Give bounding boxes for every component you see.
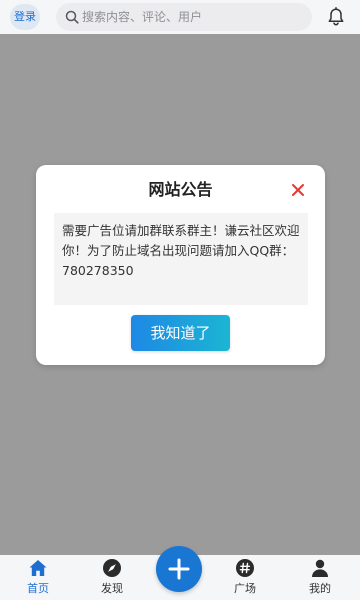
confirm-button[interactable]: 我知道了 <box>131 315 230 351</box>
search-icon <box>65 10 79 24</box>
home-icon <box>29 560 47 576</box>
search-input[interactable] <box>82 3 302 31</box>
plus-icon <box>168 558 190 580</box>
nav-item-discover[interactable]: 发现 <box>82 555 142 600</box>
top-bar: 登录 <box>0 0 360 34</box>
search-bar[interactable] <box>56 3 312 31</box>
hashtag-icon <box>236 559 254 577</box>
announcement-dialog: 网站公告 需要广告位请加群联系群主！谦云社区欢迎你！为了防止域名出现问题请加入Q… <box>36 165 325 365</box>
dialog-body: 需要广告位请加群联系群主！谦云社区欢迎你！为了防止域名出现问题请加入QQ群：78… <box>54 213 308 305</box>
nav-item-home[interactable]: 首页 <box>8 555 68 600</box>
close-icon[interactable] <box>291 183 305 197</box>
notification-bell-icon[interactable] <box>327 7 345 27</box>
user-icon <box>312 559 328 577</box>
nav-label-discover: 发现 <box>101 582 123 595</box>
dialog-message: 需要广告位请加群联系群主！谦云社区欢迎你！为了防止域名出现问题请加入QQ群：78… <box>62 223 300 278</box>
compass-icon <box>103 559 121 577</box>
nav-label-home: 首页 <box>27 582 49 595</box>
nav-item-square[interactable]: 广场 <box>215 555 275 600</box>
nav-item-profile[interactable]: 我的 <box>290 555 350 600</box>
nav-label-profile: 我的 <box>309 582 331 595</box>
add-post-button[interactable] <box>156 546 202 592</box>
login-button[interactable]: 登录 <box>10 4 40 30</box>
nav-label-square: 广场 <box>234 582 256 595</box>
dialog-title: 网站公告 <box>148 180 213 199</box>
